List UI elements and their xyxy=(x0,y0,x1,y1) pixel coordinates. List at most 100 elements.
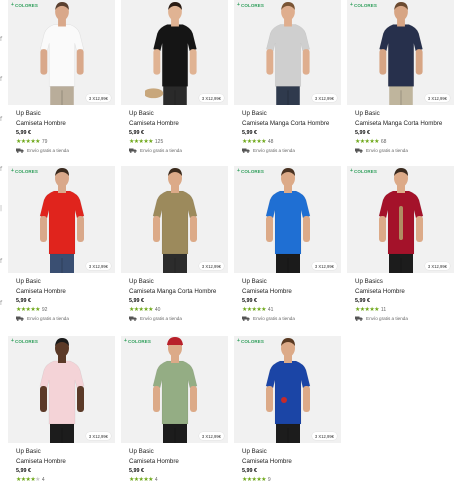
plus-icon: + xyxy=(350,2,354,8)
product-card[interactable]: + COLORES 3 X12,99€ Up Basic Camiseta Ma… xyxy=(234,0,341,166)
product-title[interactable]: Camiseta Hombre xyxy=(16,120,115,128)
edge-mark: f xyxy=(0,258,3,265)
model-figure xyxy=(265,168,310,273)
product-card[interactable]: + COLORES 3 X12,99€ Up Basic Camiseta Ho… xyxy=(8,166,115,336)
product-card[interactable]: + COLORES 3 X12,99€ Up Basic Camiseta Ho… xyxy=(8,336,115,487)
shipping-info: Envío gratis a tienda xyxy=(16,315,115,322)
model-arm xyxy=(152,49,160,75)
product-image[interactable]: + COLORES 3 X12,99€ xyxy=(8,336,115,443)
product-title[interactable]: Camiseta Hombre xyxy=(129,120,228,128)
plus-icon: + xyxy=(11,338,15,344)
model-arm xyxy=(76,216,84,242)
truck-icon xyxy=(16,316,24,321)
review-count: 4 xyxy=(41,476,45,483)
product-card[interactable]: + COLORES 3 X12,99€ Up Basic Camiseta Ho… xyxy=(234,166,341,336)
model-arm xyxy=(302,216,310,242)
product-title[interactable]: Camiseta Hombre xyxy=(16,288,115,296)
truck-icon xyxy=(242,316,250,321)
product-title[interactable]: Camiseta Manga Corta Hombre xyxy=(242,120,341,128)
multi-buy-price-badge: 3 X12,99€ xyxy=(85,94,111,102)
star-rating-icon: ★★★★★ xyxy=(355,305,380,313)
product-image[interactable]: + COLORES 3 X12,99€ xyxy=(234,166,341,273)
edge-mark: f xyxy=(0,116,3,123)
product-title[interactable]: Camiseta Manga Corta Hombre xyxy=(129,288,228,296)
edge-mark: | xyxy=(0,205,3,212)
skateboard xyxy=(144,88,163,99)
product-title[interactable]: Camiseta Hombre xyxy=(16,458,115,466)
skateboard xyxy=(398,206,403,240)
product-rating: ★★★★★ 41 xyxy=(242,306,341,313)
model-arm xyxy=(189,386,197,412)
product-price: 5,99 € xyxy=(16,298,31,304)
product-card[interactable]: + COLORES 3 X12,99€ Up Basic Camiseta Ho… xyxy=(8,0,115,166)
shipping-info: Envío gratis a tienda xyxy=(355,147,454,154)
review-count: 125 xyxy=(154,138,164,145)
star-rating-icon: ★★★★★ xyxy=(129,475,154,483)
product-rating: ★★★★★ 92 xyxy=(16,306,115,313)
model-arm xyxy=(265,386,273,412)
star-rating-icon: ★★★★★ xyxy=(16,305,41,313)
shipping-text: Envío gratis a tienda xyxy=(366,148,408,153)
product-brand: Up Basic xyxy=(16,448,41,455)
plus-icon: + xyxy=(350,168,354,174)
product-rating: ★★★★★ 125 xyxy=(129,138,228,145)
model-figure xyxy=(39,1,84,105)
product-title[interactable]: Camiseta Hombre xyxy=(242,288,341,296)
star-rating-icon: ★★★★★ xyxy=(16,475,40,483)
product-image[interactable]: + COLORES 3 X12,99€ xyxy=(8,166,115,273)
shipping-text: Envío gratis a tienda xyxy=(27,148,69,153)
shipping-text: Envío gratis a tienda xyxy=(140,148,182,153)
truck-icon xyxy=(355,148,363,153)
review-count: 92 xyxy=(41,306,48,313)
multi-buy-price-badge: 3 X12,99€ xyxy=(198,262,224,270)
product-image[interactable]: + 3 X12,99€ xyxy=(121,0,228,105)
product-title[interactable]: Camiseta Manga Corta Hombre xyxy=(355,120,454,128)
model-figure xyxy=(39,338,84,443)
product-card[interactable]: + 3 X12,99€ Up Basic Camiseta Hombre 5,9… xyxy=(121,0,228,166)
product-brand: Up Basics xyxy=(355,278,383,285)
model-arm xyxy=(189,216,197,242)
shipping-text: Envío gratis a tienda xyxy=(253,148,295,153)
product-brand: Up Basic xyxy=(242,110,267,117)
multi-buy-price-badge: 3 X12,99€ xyxy=(424,94,450,102)
model-arm xyxy=(415,216,423,242)
model-arm xyxy=(76,386,84,412)
plus-icon: + xyxy=(11,2,15,8)
model-figure xyxy=(144,1,197,105)
model-arm xyxy=(76,49,84,75)
review-count: 40 xyxy=(154,306,161,313)
product-image[interactable]: + COLORES 3 X12,99€ xyxy=(347,166,454,273)
product-rating: ★★★★★ 48 xyxy=(242,138,341,145)
review-count: 41 xyxy=(267,306,274,313)
product-price: 5,99 € xyxy=(242,468,257,474)
product-image[interactable]: + COLORES 3 X12,99€ xyxy=(234,336,341,443)
product-card[interactable]: + 3 X12,99€ Up Basic Camiseta Manga Cort… xyxy=(121,166,228,336)
product-card[interactable]: + COLORES 3 X12,99€ Up Basic Camiseta Ho… xyxy=(121,336,228,487)
shipping-text: Envío gratis a tienda xyxy=(366,316,408,321)
multi-buy-price-badge: 3 X12,99€ xyxy=(198,432,224,440)
product-title[interactable]: Camiseta Hombre xyxy=(129,458,228,466)
product-price: 5,99 € xyxy=(355,298,370,304)
model-arm xyxy=(378,49,386,75)
edge-mark: f xyxy=(0,166,3,173)
plus-icon: + xyxy=(237,2,241,8)
shipping-text: Envío gratis a tienda xyxy=(253,316,295,321)
product-card[interactable]: + COLORES 3 X12,99€ Up Basic Camiseta Ho… xyxy=(234,336,341,487)
product-title[interactable]: Camiseta Hombre xyxy=(242,458,341,466)
star-rating-icon: ★★★★★ xyxy=(129,305,154,313)
model-figure xyxy=(152,168,197,273)
product-image[interactable]: + COLORES 3 X12,99€ xyxy=(347,0,454,105)
product-image[interactable]: + 3 X12,99€ xyxy=(121,166,228,273)
review-count: 79 xyxy=(41,138,48,145)
shipping-info: Envío gratis a tienda xyxy=(355,315,454,322)
product-card[interactable]: + COLORES 3 X12,99€ Up Basic Camiseta Ma… xyxy=(347,0,454,166)
shipping-info: Envío gratis a tienda xyxy=(242,147,341,154)
product-card[interactable]: + COLORES 3 X12,99€ Up Basics Camiseta H… xyxy=(347,166,454,336)
plus-icon: + xyxy=(237,168,241,174)
product-image[interactable]: + COLORES 3 X12,99€ xyxy=(234,0,341,105)
product-image[interactable]: + COLORES 3 X12,99€ xyxy=(8,0,115,105)
product-price: 5,99 € xyxy=(355,130,370,136)
product-title[interactable]: Camiseta Hombre xyxy=(355,288,454,296)
product-image[interactable]: + COLORES 3 X12,99€ xyxy=(121,336,228,443)
product-price: 5,99 € xyxy=(129,298,144,304)
